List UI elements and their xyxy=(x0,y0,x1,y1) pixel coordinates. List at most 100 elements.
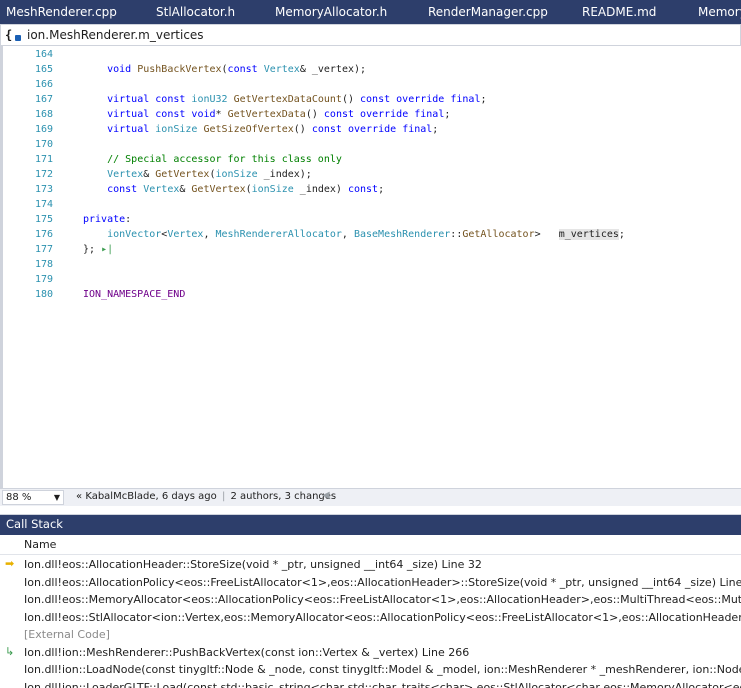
call-stack-panel: Call Stack Name ➡ Ion.dll!eos::Allocation… xyxy=(0,514,741,688)
code-token: override xyxy=(347,124,397,135)
line-number: 174 xyxy=(34,199,53,210)
call-stack-frame[interactable]: Ion.dll!eos::MemoryAllocator<eos::Alloca… xyxy=(0,591,741,608)
frame-marker-slot xyxy=(5,575,19,589)
line-number: 178 xyxy=(34,259,53,270)
code-line[interactable]: 174 xyxy=(3,197,741,212)
code-token: const xyxy=(347,184,379,195)
editor-status-strip: 88 % ▼ « KabalMcBlade, 6 days ago | 2 au… xyxy=(0,488,741,506)
scroll-left-icon[interactable]: ◀ xyxy=(322,490,330,501)
code-line[interactable]: 172 Vertex& GetVertex(ionSize _index); xyxy=(3,167,741,182)
code-line[interactable]: 168 virtual const void* GetVertexData() … xyxy=(3,107,741,122)
code-token: override xyxy=(396,94,445,105)
code-token: ; xyxy=(618,229,625,240)
code-text: private: xyxy=(83,212,131,227)
call-stack-column-header[interactable]: Name xyxy=(0,535,741,555)
code-token: virtual xyxy=(107,94,150,105)
code-token: * xyxy=(215,109,228,120)
frame-name: Ion.dll!ion::LoadNode(const tinygltf::No… xyxy=(24,663,741,676)
frame-marker-slot xyxy=(5,592,19,606)
tab-meshrenderer-cpp[interactable]: MeshRenderer.cpp xyxy=(6,0,117,24)
code-token: : xyxy=(125,214,132,225)
code-token: ionU32 xyxy=(191,94,228,105)
member-dropdown-label[interactable]: ion.MeshRenderer.m_vertices xyxy=(27,25,204,45)
call-stack-frame[interactable]: Ion.dll!ion::LoadNode(const tinygltf::No… xyxy=(0,661,741,678)
code-line[interactable]: 178 xyxy=(3,257,741,272)
code-token: GetAllocator xyxy=(462,229,535,240)
line-number: 179 xyxy=(34,274,53,285)
end-of-scope-icon: ▸| xyxy=(95,244,114,255)
code-token: void xyxy=(191,109,216,120)
code-editor[interactable]: 164 165 void PushBackVertex(const Vertex&… xyxy=(0,46,741,488)
code-token: ; xyxy=(444,109,451,120)
code-token: private xyxy=(83,214,126,225)
git-author-text: KabalMcBlade, 6 days ago xyxy=(85,491,217,502)
current-statement-arrow-icon: ➡ xyxy=(5,557,15,570)
separator: | xyxy=(221,491,226,502)
code-token: }; xyxy=(83,244,96,255)
git-authors-text: 2 authors, 3 changes xyxy=(230,491,337,502)
call-stack-frame[interactable]: Ion.dll!ion::LoaderGLTF::Load(const std:… xyxy=(0,679,741,688)
code-token: GetVertex xyxy=(155,169,210,180)
code-token: ; xyxy=(432,124,439,135)
line-number: 168 xyxy=(34,109,53,120)
code-line[interactable]: 169 virtual ionSize GetSizeOfVertex() co… xyxy=(3,122,741,137)
call-stack-frame[interactable]: ↳ Ion.dll!ion::MeshRenderer::PushBackVert… xyxy=(0,644,741,661)
code-line[interactable]: 173 const Vertex& GetVertex(ionSize _ind… xyxy=(3,182,741,197)
code-text: virtual const void* GetVertexData() cons… xyxy=(83,107,450,122)
tab-stlallocator-h[interactable]: StlAllocator.h xyxy=(156,0,235,24)
code-line[interactable]: 164 xyxy=(3,47,741,62)
code-text: Vertex& GetVertex(ionSize _index); xyxy=(83,167,312,182)
code-line[interactable]: 175 private: xyxy=(3,212,741,227)
code-text: virtual ionSize GetSizeOfVertex() const … xyxy=(83,122,438,137)
code-line[interactable]: 166 xyxy=(3,77,741,92)
frame-marker-slot xyxy=(5,680,19,688)
code-line[interactable]: 171 // Special accessor for this class o… xyxy=(3,152,741,167)
git-blame-info[interactable]: « KabalMcBlade, 6 days ago | 2 authors, … xyxy=(72,490,340,505)
code-token: void xyxy=(107,64,132,75)
code-token: m_vertices xyxy=(558,229,619,240)
code-line[interactable]: 165 void PushBackVertex(const Vertex& _v… xyxy=(3,62,741,77)
frame-name: Ion.dll!ion::MeshRenderer::PushBackVerte… xyxy=(24,645,470,659)
tab-readme-md[interactable]: README.md xyxy=(582,0,656,24)
code-text: // Special accessor for this class only xyxy=(83,152,342,167)
line-number: 165 xyxy=(34,64,53,75)
code-token: // Special accessor for this class only xyxy=(107,154,342,165)
call-stack-frame[interactable]: [External Code] xyxy=(0,626,741,643)
call-stack-frame[interactable]: Ion.dll!eos::AllocationPolicy<eos::FreeL… xyxy=(0,574,741,591)
code-token: const xyxy=(155,94,186,105)
code-line[interactable]: 167 virtual const ionU32 GetVertexDataCo… xyxy=(3,92,741,107)
tab-memoryallocator-h[interactable]: MemoryAllocator.h xyxy=(275,0,387,24)
code-token: ION_NAMESPACE_END xyxy=(83,289,186,300)
tab-memory[interactable]: Memory xyxy=(698,0,741,24)
zoom-dropdown[interactable]: 88 % ▼ xyxy=(2,490,64,505)
code-line[interactable]: 170 xyxy=(3,137,741,152)
code-line[interactable]: 179 xyxy=(3,272,741,287)
code-line[interactable]: 177}; ▸| xyxy=(3,242,741,257)
code-text: }; ▸| xyxy=(83,242,113,257)
class-member-icon: { xyxy=(5,27,23,43)
code-line[interactable]: 180 ION_NAMESPACE_END xyxy=(3,287,741,302)
code-token: ionSize xyxy=(251,184,294,195)
line-number: 170 xyxy=(34,139,53,150)
code-token: Vertex xyxy=(143,184,180,195)
frame-marker-slot xyxy=(5,610,19,624)
call-stack-frame[interactable]: Ion.dll!eos::StlAllocator<ion::Vertex,eo… xyxy=(0,609,741,626)
code-token: :: xyxy=(450,229,463,240)
frame-name: Ion.dll!eos::AllocationPolicy<eos::FreeL… xyxy=(24,575,741,589)
code-token: GetSizeOfVertex xyxy=(203,124,294,135)
line-number: 176 xyxy=(34,229,53,240)
call-stack-frame[interactable]: ➡ Ion.dll!eos::AllocationHeader::StoreSiz… xyxy=(0,556,741,573)
code-token: > xyxy=(534,229,559,240)
code-token: , xyxy=(203,229,216,240)
code-token: virtual xyxy=(107,124,150,135)
frame-marker-slot xyxy=(5,627,19,641)
member-navigation-bar[interactable]: { ion.MeshRenderer.m_vertices xyxy=(0,24,741,46)
line-number: 164 xyxy=(34,49,53,60)
code-token: PushBackVertex xyxy=(137,64,222,75)
code-line[interactable]: 176 ionVector<Vertex, MeshRendererAlloca… xyxy=(3,227,741,242)
line-number: 166 xyxy=(34,79,53,90)
tab-rendermanager-cpp[interactable]: RenderManager.cpp xyxy=(428,0,548,24)
line-number: 180 xyxy=(34,289,53,300)
